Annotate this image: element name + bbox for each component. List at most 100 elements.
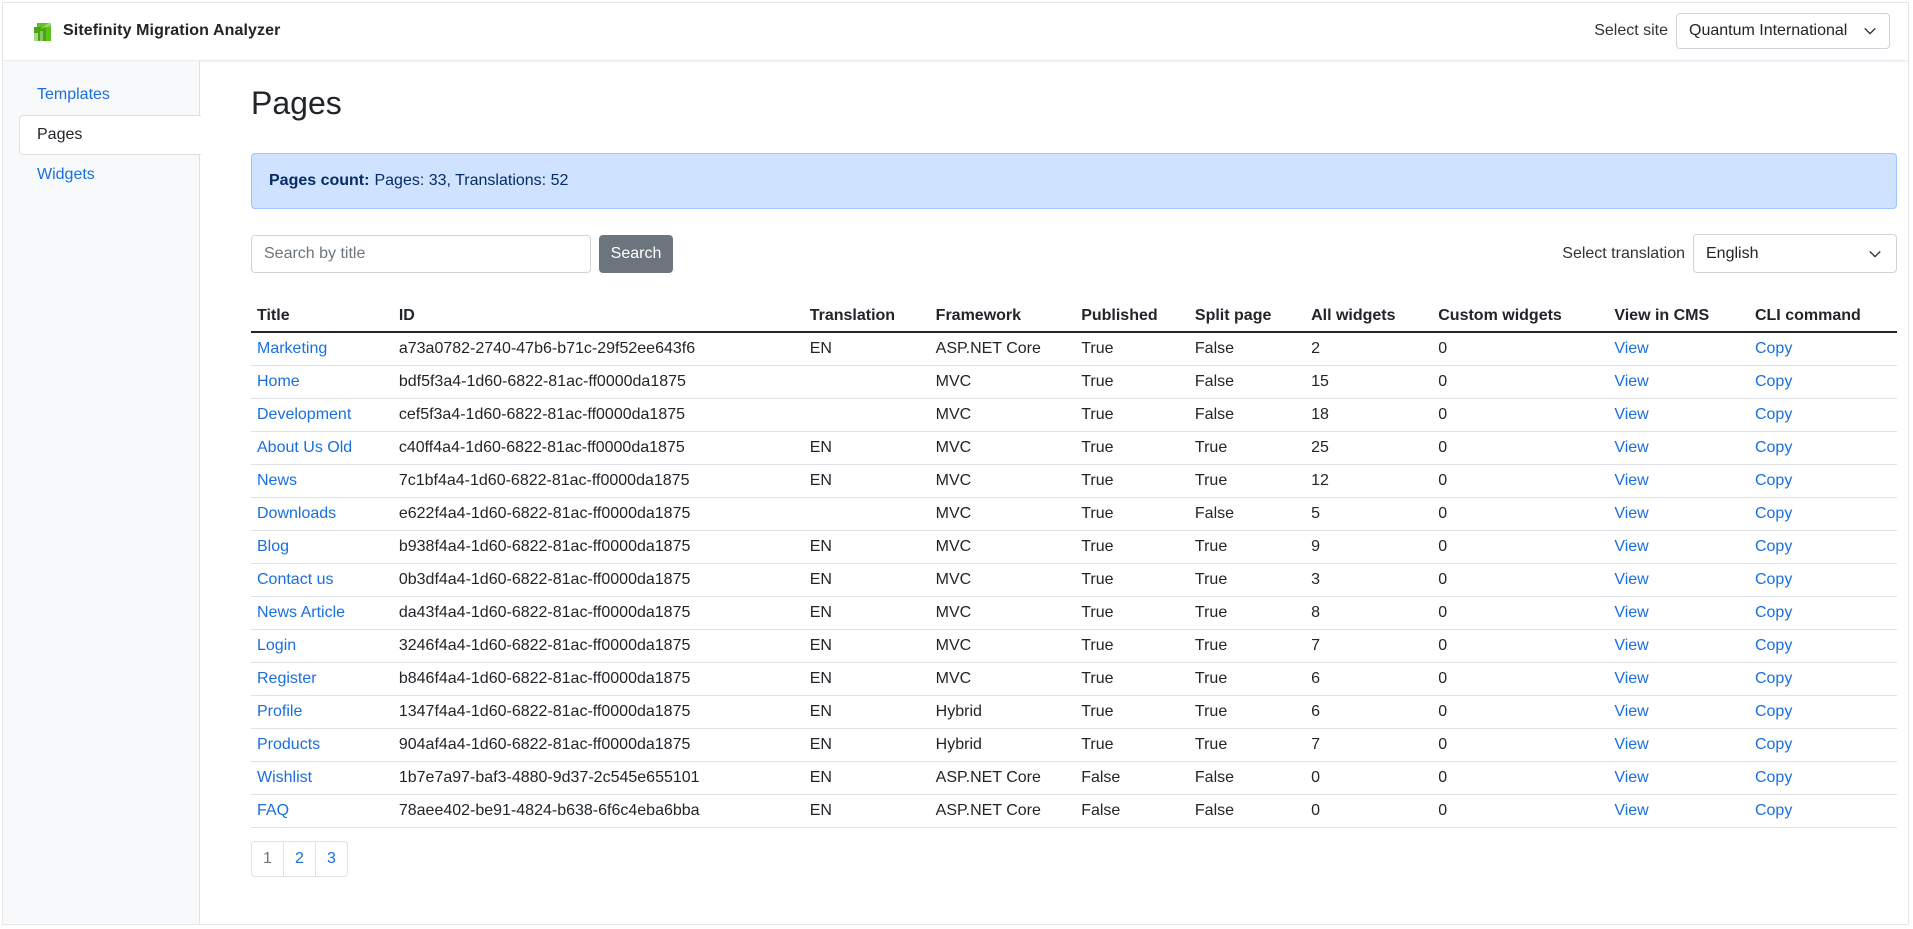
copy-cli-command-link[interactable]: Copy xyxy=(1755,571,1792,588)
cell-text: True xyxy=(1194,538,1228,555)
page-link-1[interactable]: 1 xyxy=(251,841,284,877)
cell-text: 7c1bf4a4-1d60-6822-81ac-ff0000da1875 xyxy=(398,472,690,489)
column-header-id[interactable]: ID xyxy=(392,295,804,333)
table-row: Products 904af4a4-1d60-6822-81ac-ff0000da… xyxy=(251,728,1897,762)
site-select-label: Select site xyxy=(1594,22,1668,39)
page-title-link[interactable]: Blog xyxy=(257,538,289,555)
search-button[interactable]: Search xyxy=(599,235,673,273)
page-link-2[interactable]: 2 xyxy=(283,841,316,877)
column-header-published[interactable]: Published xyxy=(1075,295,1189,333)
view-in-cms-link[interactable]: View xyxy=(1614,637,1648,654)
cell-text: b938f4a4-1d60-6822-81ac-ff0000da1875 xyxy=(398,538,691,555)
copy-cli-command-link[interactable]: Copy xyxy=(1755,439,1792,456)
page-title-link[interactable]: About Us Old xyxy=(257,439,352,456)
cell-text: True xyxy=(1081,604,1114,621)
sidebar-item-label: Widgets xyxy=(37,166,95,183)
cell-text: MVC xyxy=(935,439,972,456)
view-in-cms-link[interactable]: View xyxy=(1614,472,1648,489)
translation-selector: Select translation English xyxy=(1562,234,1897,273)
view-in-cms-link[interactable]: View xyxy=(1614,340,1648,357)
cell-text: False xyxy=(1194,802,1235,819)
column-header-all-widgets[interactable]: All widgets xyxy=(1305,295,1433,333)
cell-translation xyxy=(803,365,930,399)
cell-id: bdf5f3a4-1d60-6822-81ac-ff0000da1875 xyxy=(392,365,804,399)
sidebar-item-pages[interactable]: Pages xyxy=(19,115,201,155)
column-header-split-page[interactable]: Split page xyxy=(1188,295,1306,333)
view-in-cms-link[interactable]: View xyxy=(1614,439,1648,456)
sidebar-item-templates[interactable]: Templates xyxy=(19,75,201,115)
cell-text: ASP.NET Core xyxy=(935,769,1041,786)
view-in-cms-link[interactable]: View xyxy=(1614,604,1648,621)
table-row: Blog b938f4a4-1d60-6822-81ac-ff0000da1875… xyxy=(251,530,1897,564)
page-title-link[interactable]: Profile xyxy=(257,703,302,720)
view-in-cms-link[interactable]: View xyxy=(1614,538,1648,555)
copy-cli-command-link[interactable]: Copy xyxy=(1755,637,1792,654)
page-title-link[interactable]: News xyxy=(257,472,297,489)
sidebar-item-widgets[interactable]: Widgets xyxy=(19,155,201,195)
view-in-cms-link[interactable]: View xyxy=(1614,769,1648,786)
cell-published: True xyxy=(1075,431,1189,465)
cell-split-page: True xyxy=(1188,629,1306,663)
cell-text: 0 xyxy=(1311,802,1320,819)
sidebar: Templates Pages Widgets xyxy=(3,61,201,924)
copy-cli-command-link[interactable]: Copy xyxy=(1755,505,1792,522)
page-title-link[interactable]: Contact us xyxy=(257,571,333,588)
view-in-cms-link[interactable]: View xyxy=(1614,571,1648,588)
cell-all-widgets: 15 xyxy=(1305,365,1433,399)
page-title-link[interactable]: Products xyxy=(257,736,320,753)
view-in-cms-link[interactable]: View xyxy=(1614,406,1648,423)
view-in-cms-link[interactable]: View xyxy=(1614,505,1648,522)
page-title-link[interactable]: Register xyxy=(257,670,317,687)
search-input[interactable] xyxy=(251,235,591,273)
column-header-custom-widgets[interactable]: Custom widgets xyxy=(1432,295,1609,333)
cell-text: True xyxy=(1081,637,1114,654)
cell-text: 0 xyxy=(1438,439,1448,456)
column-header-cli-command: CLI command xyxy=(1748,295,1897,333)
cell-cli-command: Copy xyxy=(1748,794,1897,828)
cell-split-page: False xyxy=(1188,794,1306,828)
copy-cli-command-link[interactable]: Copy xyxy=(1755,670,1792,687)
copy-cli-command-link[interactable]: Copy xyxy=(1755,538,1792,555)
page-title-link[interactable]: Development xyxy=(257,406,351,423)
page-title-link[interactable]: Home xyxy=(257,373,300,390)
cell-all-widgets: 2 xyxy=(1305,332,1433,366)
cell-all-widgets: 6 xyxy=(1305,695,1433,729)
column-header-title[interactable]: Title xyxy=(251,295,393,333)
view-in-cms-link[interactable]: View xyxy=(1614,802,1648,819)
brand[interactable]: Sitefinity Migration Analyzer xyxy=(31,19,280,43)
copy-cli-command-link[interactable]: Copy xyxy=(1755,472,1792,489)
column-header-framework[interactable]: Framework xyxy=(929,295,1076,333)
view-in-cms-link[interactable]: View xyxy=(1614,670,1648,687)
cell-translation: EN xyxy=(803,662,930,696)
copy-cli-command-link[interactable]: Copy xyxy=(1755,802,1792,819)
page-title-link[interactable]: FAQ xyxy=(257,802,289,819)
cell-split-page: False xyxy=(1188,761,1306,795)
copy-cli-command-link[interactable]: Copy xyxy=(1755,406,1792,423)
page-link-3[interactable]: 3 xyxy=(315,841,348,877)
cell-text: 7 xyxy=(1311,637,1320,654)
cell-text: True xyxy=(1194,736,1228,753)
cell-split-page: False xyxy=(1188,398,1306,432)
copy-cli-command-link[interactable]: Copy xyxy=(1755,373,1792,390)
view-in-cms-link[interactable]: View xyxy=(1614,703,1648,720)
view-in-cms-link[interactable]: View xyxy=(1614,736,1648,753)
view-in-cms-link[interactable]: View xyxy=(1614,373,1648,390)
cell-text: True xyxy=(1081,736,1114,753)
page-title-link[interactable]: Downloads xyxy=(257,505,336,522)
page-title-link[interactable]: Wishlist xyxy=(257,769,312,786)
cell-text: 0 xyxy=(1438,703,1448,720)
copy-cli-command-link[interactable]: Copy xyxy=(1755,340,1792,357)
copy-cli-command-link[interactable]: Copy xyxy=(1755,604,1792,621)
page-title-link[interactable]: News Article xyxy=(257,604,345,621)
translation-select-dropdown[interactable]: English xyxy=(1693,234,1897,273)
translation-select-value: English xyxy=(1706,244,1759,262)
cell-published: True xyxy=(1075,695,1189,729)
page-title-link[interactable]: Marketing xyxy=(257,340,327,357)
cell-custom-widgets: 0 xyxy=(1432,563,1609,597)
copy-cli-command-link[interactable]: Copy xyxy=(1755,703,1792,720)
page-title-link[interactable]: Login xyxy=(257,637,296,654)
copy-cli-command-link[interactable]: Copy xyxy=(1755,736,1792,753)
site-select-dropdown[interactable]: Quantum International xyxy=(1676,13,1890,49)
copy-cli-command-link[interactable]: Copy xyxy=(1755,769,1792,786)
column-header-translation[interactable]: Translation xyxy=(803,295,930,333)
